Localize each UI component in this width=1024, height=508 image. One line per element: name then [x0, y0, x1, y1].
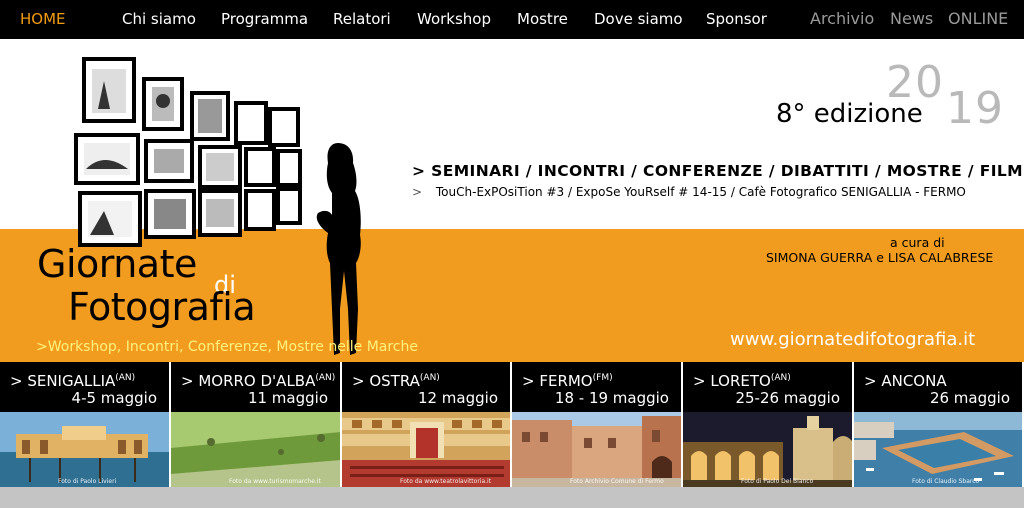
website-link[interactable]: www.giornatedifotografia.it	[730, 329, 975, 350]
nav-dove-siamo[interactable]: Dove siamo	[594, 10, 683, 28]
city-name: > ANCONA	[864, 372, 947, 390]
city-name: > MORRO D'ALBA(AN)	[181, 372, 336, 390]
city-name: > OSTRA(AN)	[352, 372, 440, 390]
city-header: > SENIGALLIA(AN) 4-5 maggio	[0, 362, 171, 412]
year-last-digits: 19	[946, 83, 1004, 134]
city-strip: > SENIGALLIA(AN) 4-5 maggio Foto di Paol…	[0, 362, 1024, 508]
woman-silhouette	[316, 143, 361, 355]
city-header: > ANCONA 26 maggio	[854, 362, 1024, 412]
photo-credit: Foto di Paolo Livieri	[58, 478, 117, 485]
photo-credit: Foto da www.turismomarche.it	[229, 478, 321, 485]
nav-online[interactable]: ONLINE	[948, 9, 1008, 28]
city-header: > MORRO D'ALBA(AN) 11 maggio	[171, 362, 342, 412]
city-header: > FERMO(FM) 18 - 19 maggio	[512, 362, 683, 412]
city-card-loreto[interactable]: > LORETO(AN) 25-26 maggio Foto di Paolo …	[683, 362, 854, 487]
city-photo-ancona: Foto di Claudio Sbarco	[854, 412, 1024, 487]
city-card-senigallia[interactable]: > SENIGALLIA(AN) 4-5 maggio Foto di Paol…	[0, 362, 171, 487]
nav-relatori[interactable]: Relatori	[333, 10, 391, 28]
city-name: > FERMO(FM)	[522, 372, 613, 390]
city-card-fermo[interactable]: > FERMO(FM) 18 - 19 maggio Foto Archivio…	[512, 362, 683, 487]
nav-sponsor[interactable]: Sponsor	[706, 10, 767, 28]
city-name: > SENIGALLIA(AN)	[10, 372, 136, 390]
brand-giornate: Giornate	[37, 242, 197, 286]
hero-banner: 20 19 8° edizione > SEMINARI / INCONTRI …	[0, 39, 1024, 362]
city-card-ostra[interactable]: > OSTRA(AN) 12 maggio Foto da www.teatro…	[342, 362, 512, 487]
nav-news[interactable]: News	[890, 9, 933, 28]
city-photo-loreto: Foto di Paolo Del Bianco	[683, 412, 854, 487]
city-date: 25-26 maggio	[735, 389, 840, 407]
events-headline: > SEMINARI / INCONTRI / CONFERENZE / DIB…	[412, 162, 1023, 180]
subline-arrow: >	[412, 185, 423, 199]
top-nav: HOME Chi siamo Programma Relatori Worksh…	[0, 0, 1024, 39]
brand-fotografia: Fotografia	[68, 285, 256, 329]
photo-credit: Foto di Claudio Sbarco	[912, 478, 980, 485]
nav-programma[interactable]: Programma	[221, 10, 308, 28]
city-date: 26 maggio	[929, 389, 1010, 407]
city-photo-fermo: Foto Archivio Comune di Fermo	[512, 412, 683, 487]
city-date: 18 - 19 maggio	[554, 389, 669, 407]
curators-names: SIMONA GUERRA e LISA CALABRESE	[766, 250, 994, 265]
city-header: > OSTRA(AN) 12 maggio	[342, 362, 512, 412]
city-photo-morro-dalba: Foto da www.turismomarche.it	[171, 412, 342, 487]
nav-mostre[interactable]: Mostre	[517, 10, 568, 28]
photo-credit: Foto da www.teatrolavittoria.it	[400, 478, 492, 485]
city-date: 11 maggio	[247, 389, 328, 407]
city-header: > LORETO(AN) 25-26 maggio	[683, 362, 854, 412]
nav-chi-siamo[interactable]: Chi siamo	[122, 10, 196, 28]
city-photo-senigallia: Foto di Paolo Livieri	[0, 412, 171, 487]
edition-label: 8° edizione	[776, 99, 923, 129]
photo-credit: Foto di Paolo Del Bianco	[741, 478, 814, 485]
city-date: 4-5 maggio	[71, 389, 157, 407]
city-date: 12 maggio	[417, 389, 498, 407]
events-subline: > TouCh-ExPOsiTion #3 / ExpoSe YouRself …	[412, 185, 966, 199]
subline-text: TouCh-ExPOsiTion #3 / ExpoSe YouRself # …	[435, 185, 966, 199]
city-name: > LORETO(AN)	[693, 372, 791, 390]
city-card-ancona[interactable]: > ANCONA 26 maggio Foto di Claudio Sbarc…	[854, 362, 1024, 487]
photo-wall-illustration	[74, 57, 302, 247]
photo-credit: Foto Archivio Comune di Fermo	[570, 478, 664, 485]
curated-by-label: a cura di	[890, 235, 945, 250]
city-photo-ostra: Foto da www.teatrolavittoria.it	[342, 412, 512, 487]
city-card-morro-dalba[interactable]: > MORRO D'ALBA(AN) 11 maggio Foto da www…	[171, 362, 342, 487]
nav-home[interactable]: HOME	[20, 10, 66, 28]
tagline: >Workshop, Incontri, Conferenze, Mostre …	[36, 339, 418, 355]
nav-workshop[interactable]: Workshop	[417, 10, 491, 28]
nav-archivio[interactable]: Archivio	[810, 9, 874, 28]
